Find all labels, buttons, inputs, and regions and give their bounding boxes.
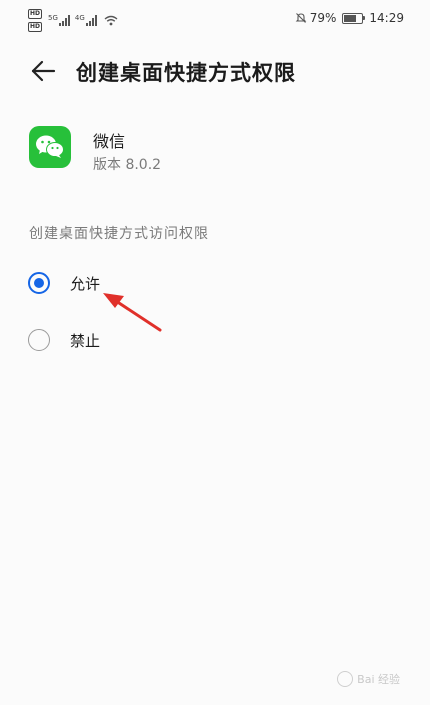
signal-icon (58, 15, 70, 26)
option-label: 允许 (70, 274, 101, 293)
battery-fill (344, 14, 357, 22)
option-label: 禁止 (70, 331, 101, 350)
status-bar-right: 79% 14:29 (295, 11, 404, 25)
wechat-icon (29, 126, 71, 168)
network-type-label: 5G (48, 14, 58, 22)
app-version: 版本 8.0.2 (93, 157, 162, 173)
wifi-icon (104, 15, 118, 26)
signal-2: 4G (75, 15, 97, 26)
mute-icon (295, 13, 307, 23)
option-allow[interactable]: 允许 (28, 266, 328, 300)
signal-icon (85, 15, 97, 26)
option-deny[interactable]: 禁止 (28, 323, 328, 357)
wechat-bubbles-icon (36, 135, 64, 158)
status-bar-left: HD HD 5G 4G (28, 9, 118, 32)
radio-unchecked-icon[interactable] (28, 329, 50, 351)
hd-icon: HD (28, 9, 42, 19)
app-name: 微信 (93, 132, 126, 151)
battery-percent: 79% (309, 11, 337, 25)
battery-icon (342, 12, 366, 24)
status-bar: HD HD 5G 4G 79% 14:29 (0, 0, 430, 40)
network-type-label: 4G (74, 14, 85, 22)
hd-badges: HD HD (28, 9, 42, 32)
hd-icon: HD (28, 22, 42, 32)
radio-checked-icon[interactable] (28, 272, 50, 294)
section-label: 创建桌面快捷方式访问权限 (29, 226, 209, 242)
watermark-text: Bai 经验 (357, 673, 400, 686)
back-arrow-icon (31, 60, 56, 82)
watermark: Bai 经验 (337, 671, 400, 687)
paw-icon (337, 671, 354, 687)
page-title: 创建桌面快捷方式权限 (76, 61, 296, 85)
signal-1: 5G (48, 15, 70, 26)
screen: HD HD 5G 4G 79% 14:29 创建桌面快捷方式权限 微信 版本 8… (0, 0, 430, 705)
clock: 14:29 (369, 11, 404, 25)
back-button[interactable] (26, 54, 60, 88)
